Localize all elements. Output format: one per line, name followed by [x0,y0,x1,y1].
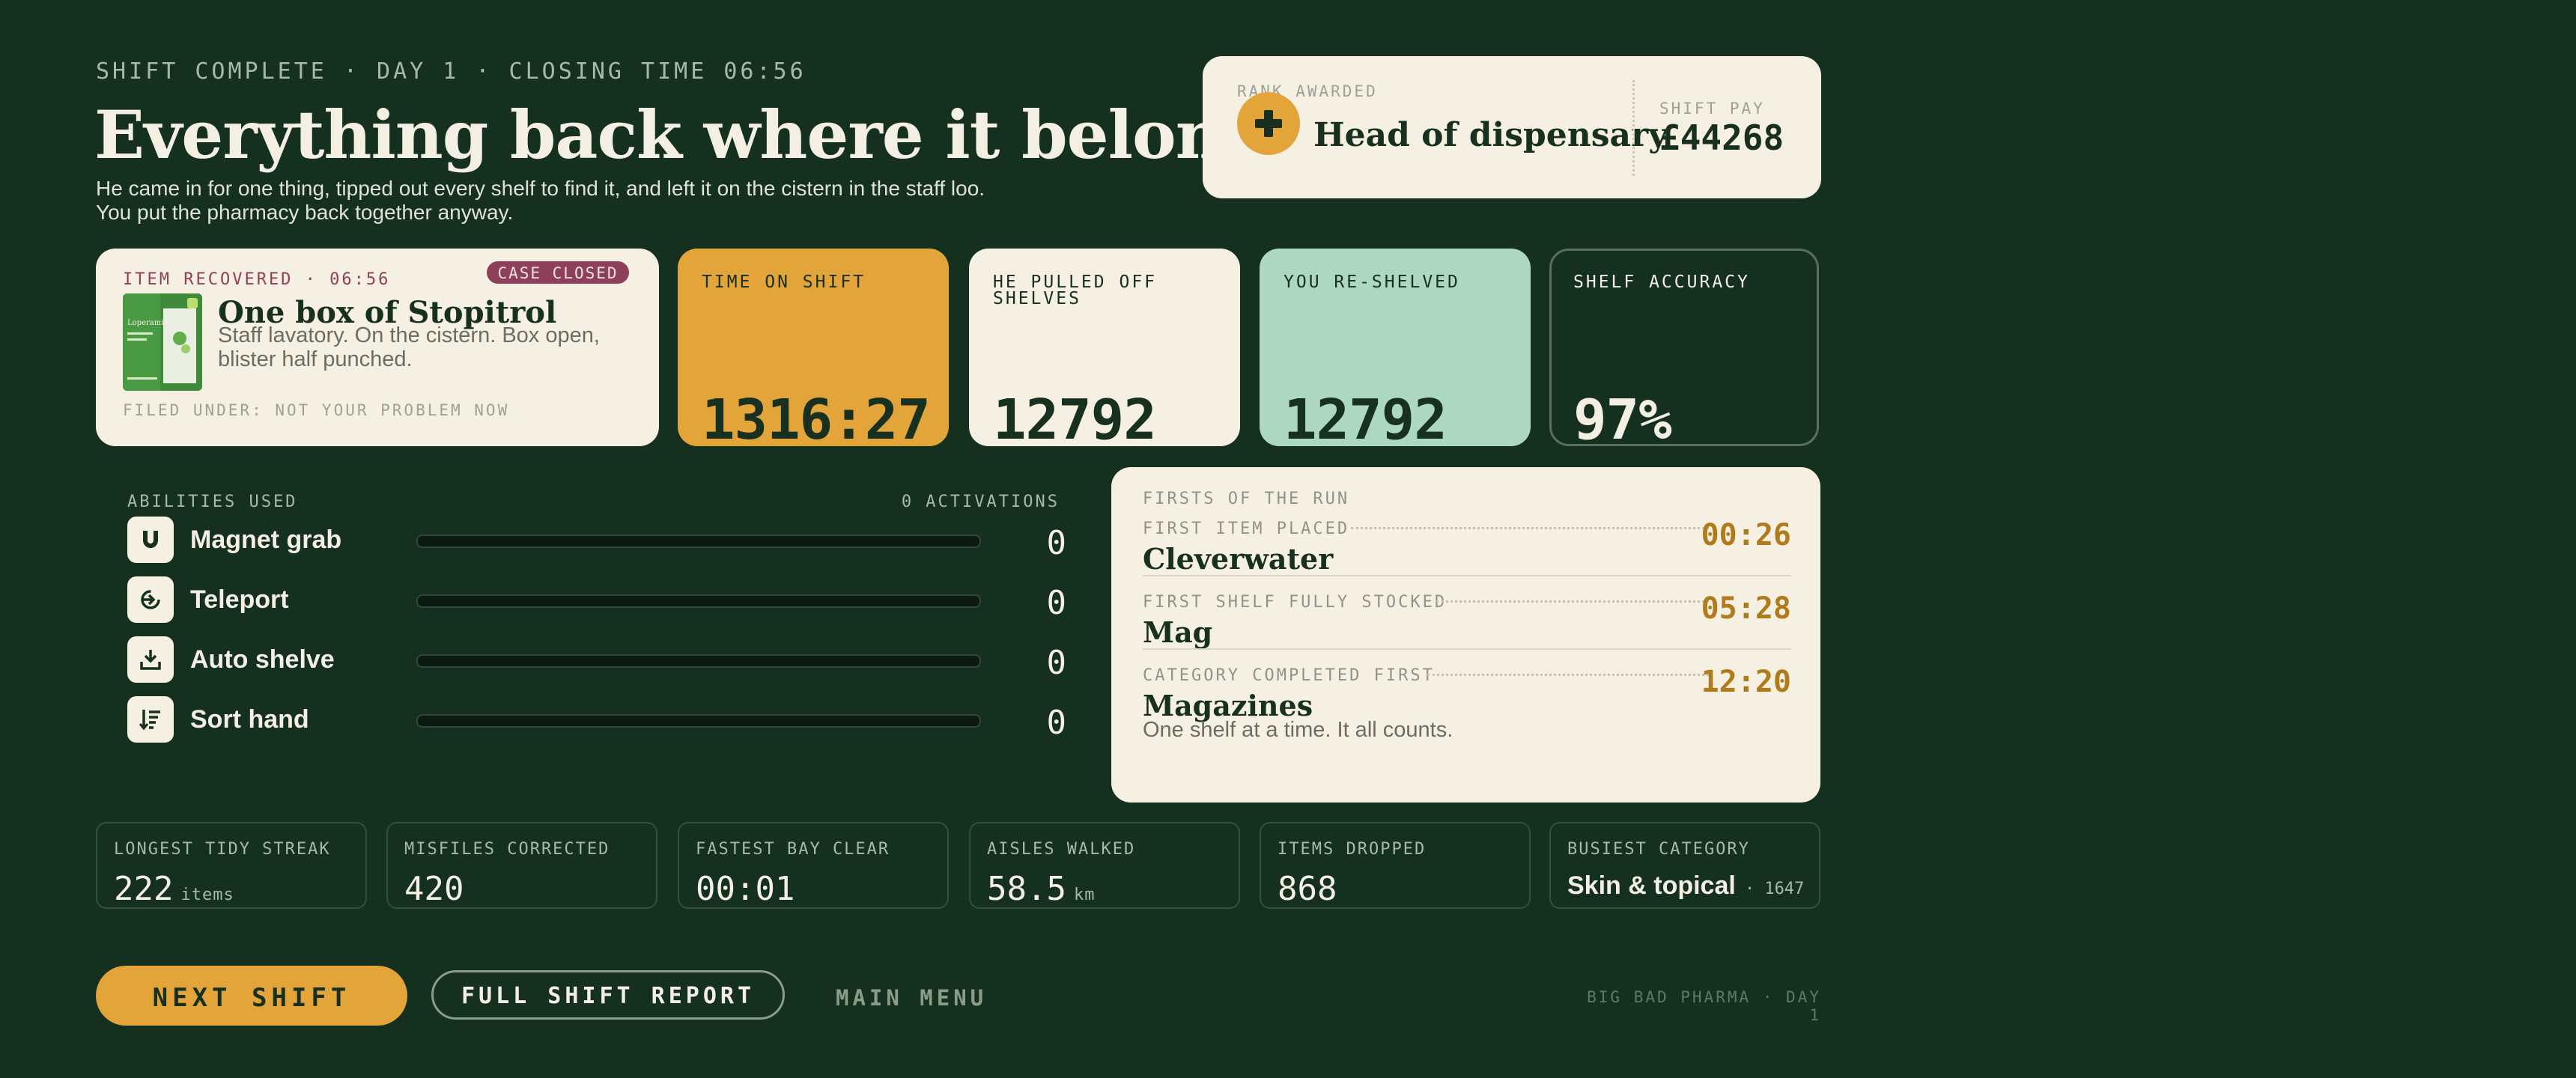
dotted-leader [1427,674,1709,676]
first-time: 12:20 [1701,665,1791,699]
ability-usage-bar [416,535,981,548]
product-box-image: Loperamide [123,293,202,391]
row-divider [1143,648,1791,650]
time-on-shift-value: 1316:27 [702,388,931,452]
firsts-footer-text: One shelf at a time. It all counts. [1143,718,1453,742]
ability-usage-count: 0 [1046,704,1067,742]
ability-usage-count: 0 [1046,644,1067,682]
stat-value: 420 [404,870,464,908]
stat-label: MISFILES CORRECTED [404,840,610,859]
items-dropped-stat: ITEMS DROPPED 868 [1260,822,1531,909]
reshelved-label: YOU RE-SHELVED [1284,272,1460,292]
ability-usage-bar [416,594,981,608]
time-on-shift-label: TIME ON SHIFT [702,272,866,292]
pulled-off-shelves-label: HE PULLED OFF SHELVES [993,272,1158,308]
ability-row-magnet-grab: Magnet grab 0 [127,517,1066,569]
next-shift-button[interactable]: NEXT SHIFT [96,966,407,1026]
magnet-icon [127,517,174,563]
page-title: Everything back where it belongs. [94,96,1327,174]
shelf-accuracy-value: 97% [1573,388,1672,452]
stat-value: 58.5 km [987,870,1096,908]
dotted-leader [1436,600,1709,603]
stat-value: 868 [1278,870,1337,908]
ability-row-sort-hand: Sort hand 0 [127,696,1066,749]
item-recovered-card: ITEM RECOVERED · 06:56 CASE CLOSED Loper… [96,249,659,446]
first-category: CATEGORY COMPLETED FIRST [1143,666,1435,685]
ability-row-auto-shelve: Auto shelve 0 [127,636,1066,689]
item-recovered-label: ITEM RECOVERED · 06:56 [123,270,391,289]
shift-pay-value: £44268 [1659,118,1784,158]
shift-summary-eyebrow: SHIFT COMPLETE · DAY 1 · CLOSING TIME 06… [96,58,806,85]
stat-label: LONGEST TIDY STREAK [114,840,331,859]
package-brand-text: Loperamide [127,319,173,327]
ability-name: Teleport [190,585,289,614]
stat-unit: · 1647 [1744,880,1805,898]
first-name: Cleverwater [1143,542,1334,576]
stat-label: FASTEST BAY CLEAR [696,840,890,859]
shelf-accuracy-card: SHELF ACCURACY 97% [1549,249,1819,452]
ability-name: Sort hand [190,705,309,734]
item-description: Staff lavatory. On the cistern. Box open… [218,323,600,371]
row-divider [1143,575,1791,576]
stat-label: ITEMS DROPPED [1278,840,1427,859]
abilities-activations-count: 0 ACTIVATIONS [901,493,1060,511]
ability-usage-bar [416,714,981,728]
stat-unit: km [1073,886,1096,904]
ability-row-teleport: Teleport 0 [127,576,1066,629]
reshelved-value: 12792 [1284,388,1448,452]
sort-icon [127,696,174,743]
stat-label: AISLES WALKED [987,840,1136,859]
shelf-accuracy-label: SHELF ACCURACY [1573,272,1750,292]
first-row: FIRST SHELF FULLY STOCKED 05:28 Mag [1143,591,1791,666]
first-name: Mag [1143,615,1213,649]
longest-tidy-streak-stat: LONGEST TIDY STREAK 222 items [96,822,367,909]
ability-usage-count: 0 [1046,584,1067,622]
shift-pay-label: SHIFT PAY [1659,100,1765,118]
stat-value: 00:01 [696,870,795,908]
page-subtitle: He came in for one thing, tipped out eve… [96,177,985,224]
download-tray-icon [127,636,174,683]
first-category: FIRST SHELF FULLY STOCKED [1143,593,1448,612]
first-category: FIRST ITEM PLACED [1143,520,1350,538]
stat-value: 222 items [114,870,234,908]
first-row: FIRST ITEM PLACED 00:26 Cleverwater [1143,518,1791,593]
stat-label: BUSIEST CATEGORY [1567,840,1750,859]
first-time: 05:28 [1701,591,1791,626]
ability-usage-bar [416,654,981,668]
firsts-label: FIRSTS OF THE RUN [1143,490,1350,508]
aisles-walked-stat: AISLES WALKED 58.5 km [969,822,1240,909]
case-closed-badge: CASE CLOSED [487,261,629,284]
ability-name: Magnet grab [190,526,342,554]
footer-brand: BIG BAD PHARMA · DAY 1 [1587,988,1821,1024]
ability-name: Auto shelve [190,645,335,674]
time-on-shift-card: TIME ON SHIFT 1316:27 [678,249,949,452]
misfiles-corrected-stat: MISFILES CORRECTED 420 [386,822,657,909]
firsts-of-the-run-card: FIRSTS OF THE RUN FIRST ITEM PLACED 00:2… [1111,467,1820,803]
stat-unit: items [180,886,234,904]
pulled-off-shelves-card: HE PULLED OFF SHELVES 12792 [969,249,1240,452]
dotted-leader [1351,527,1709,529]
fastest-bay-clear-stat: FASTEST BAY CLEAR 00:01 [678,822,949,909]
item-filed-under: FILED UNDER: NOT YOUR PROBLEM NOW [123,401,510,419]
full-shift-report-button[interactable]: FULL SHIFT REPORT [431,970,785,1020]
main-menu-button[interactable]: MAIN MENU [836,985,987,1011]
busiest-category-stat: BUSIEST CATEGORY Skin & topical · 1647 [1549,822,1820,909]
rank-card: RANK AWARDED Head of dispensary SHIFT PA… [1203,56,1821,198]
ability-usage-count: 0 [1046,524,1067,562]
first-time: 00:26 [1701,518,1791,552]
reshelved-card: YOU RE-SHELVED 12792 [1260,249,1531,452]
abilities-used-label: ABILITIES USED [127,493,298,511]
stat-value: Skin & topical · 1647 [1567,871,1805,900]
rank-title: Head of dispensary [1313,116,1668,154]
plus-icon [1237,92,1300,155]
pulled-off-shelves-value: 12792 [993,388,1157,452]
rank-divider [1632,80,1635,176]
teleport-icon [127,576,174,623]
